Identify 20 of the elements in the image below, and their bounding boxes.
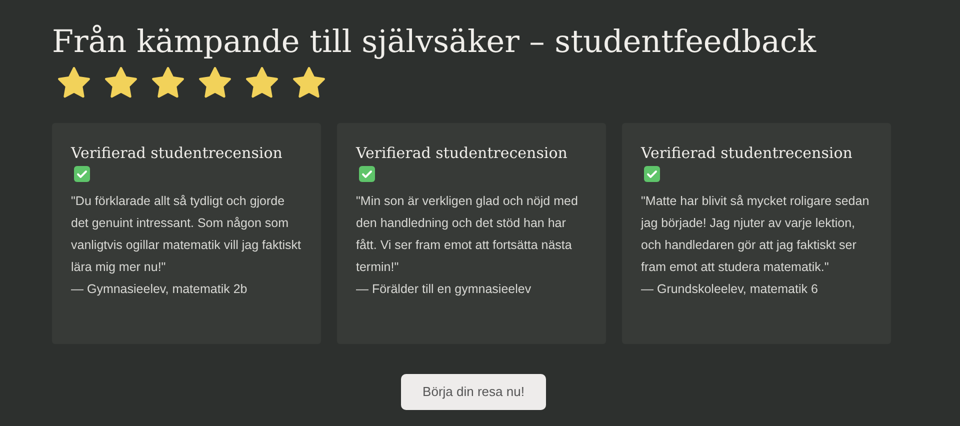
review-quote: "Matte har blivit så mycket roligare sedan jag började! Jag njuter av varje lektion, och handledaren gör att jag faktiskt ser fram emot att studera matematik."	[641, 193, 870, 276]
review-author: — Grundskoleelev, matematik 6	[641, 281, 819, 298]
review-title: Verifierad studentrecension	[356, 143, 568, 163]
star-icon	[150, 66, 186, 100]
star-icon	[197, 66, 233, 100]
review-quote: "Du förklarade allt så tydligt och gjorde det genuint intressant. Som någon som vanligtvis ogillar matematik vill jag faktiskt lära mig mer nu!"	[71, 193, 302, 276]
start-button[interactable]: Börja din resa nu!	[401, 374, 546, 410]
checkmark-icon	[74, 166, 90, 182]
review-quote: "Min son är verkligen glad och nöjd med den handledning och det stöd han har fått. Vi ser fram emot att fortsätta nästa termin!"	[356, 193, 579, 276]
star-icon	[244, 66, 280, 100]
review-title: Verifierad studentrecension	[71, 143, 284, 163]
star-icon	[56, 66, 92, 100]
star-icon	[291, 66, 327, 100]
review-title: Verifierad studentrecension	[641, 143, 854, 163]
review-author: — Förälder till en gymnasieelev	[356, 281, 532, 298]
page-heading: Från kämpande till självsäker – studentfeedback	[52, 23, 818, 62]
checkmark-icon	[644, 166, 660, 182]
star-icon	[103, 66, 139, 100]
review-author: — Gymnasieelev, matematik 2b	[71, 281, 248, 298]
checkmark-icon	[359, 166, 375, 182]
